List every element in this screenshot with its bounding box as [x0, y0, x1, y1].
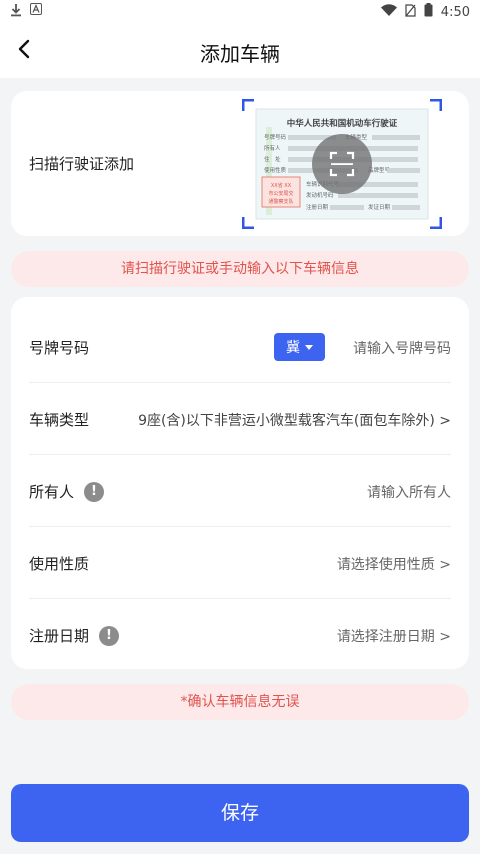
battery-icon — [424, 3, 433, 21]
vehicle-type-value[interactable]: 9座(含)以下非营运小微型载客汽车(面包车除外) > — [138, 410, 451, 430]
confirm-notice-banner: *确认车辆信息无误 — [11, 684, 469, 720]
register-date-label: 注册日期 ! — [29, 625, 120, 646]
license-field: 注册日期 — [306, 203, 329, 211]
save-button[interactable]: 保存 — [11, 784, 469, 842]
owner-row: 所有人 ! 请输入所有人 — [11, 455, 469, 527]
scan-icon[interactable] — [312, 134, 372, 194]
owner-label: 所有人 ! — [29, 481, 105, 502]
info-icon[interactable]: ! — [99, 625, 120, 646]
license-scan-preview[interactable]: 中华人民共和国机动车行驶证 号牌号码 所有人 住 址 使用性质 车辆类型 品牌型… — [241, 98, 443, 230]
vehicle-info-form: 号牌号码 冀 请输入号牌号码 车辆类型 9座(含)以下非营运小微型载客汽车(面包… — [11, 297, 469, 669]
license-field: 号牌号码 — [264, 133, 287, 141]
stamp-text: 通警察支队 — [268, 198, 293, 205]
license-field: 发动机号码 — [306, 191, 334, 199]
page-title: 添加车辆 — [200, 42, 280, 66]
stamp-text: XX省 XX — [271, 182, 292, 189]
app-bar: 添加车辆 — [0, 22, 480, 78]
plate-number-label: 号牌号码 — [29, 339, 90, 357]
license-field: 发证日期 — [368, 203, 391, 211]
register-date-select[interactable]: 请选择注册日期 > — [337, 626, 451, 646]
wifi-icon — [380, 4, 397, 20]
usage-nature-select[interactable]: 请选择使用性质 > — [337, 554, 451, 574]
scan-license-label: 扫描行驶证添加 — [29, 155, 135, 173]
usage-nature-row[interactable]: 使用性质 请选择使用性质 > — [11, 527, 469, 599]
license-heading: 中华人民共和国机动车行驶证 — [287, 118, 398, 129]
stamp-text: 市公安局交 — [268, 190, 293, 197]
register-date-row[interactable]: 注册日期 ! 请选择注册日期 > — [11, 599, 469, 671]
province-value: 冀 — [286, 340, 300, 356]
info-icon[interactable]: ! — [84, 481, 105, 502]
clock: 4:50 — [440, 4, 470, 20]
scan-notice-banner: 请扫描行驶证或手动输入以下车辆信息 — [11, 251, 469, 287]
vehicle-type-label: 车辆类型 — [29, 411, 90, 429]
status-bar: 4:50 — [0, 0, 480, 22]
a-icon — [30, 3, 42, 20]
license-field: 所有人 — [264, 144, 281, 152]
owner-input[interactable]: 请输入所有人 — [367, 482, 451, 502]
plate-number-input[interactable]: 请输入号牌号码 — [353, 338, 451, 358]
license-illustration: 中华人民共和国机动车行驶证 号牌号码 所有人 住 址 使用性质 车辆类型 品牌型… — [241, 98, 443, 230]
province-select[interactable]: 冀 — [274, 333, 325, 361]
license-field: 使用性质 — [264, 166, 287, 174]
license-field: 住 址 — [264, 155, 281, 163]
sim-icon — [405, 3, 416, 21]
vehicle-type-row[interactable]: 车辆类型 9座(含)以下非营运小微型载客汽车(面包车除外) > — [11, 383, 469, 455]
caret-down-icon — [305, 344, 313, 350]
usage-nature-label: 使用性质 — [29, 555, 90, 573]
download-icon — [10, 3, 22, 20]
plate-number-row: 号牌号码 冀 请输入号牌号码 — [11, 311, 469, 383]
